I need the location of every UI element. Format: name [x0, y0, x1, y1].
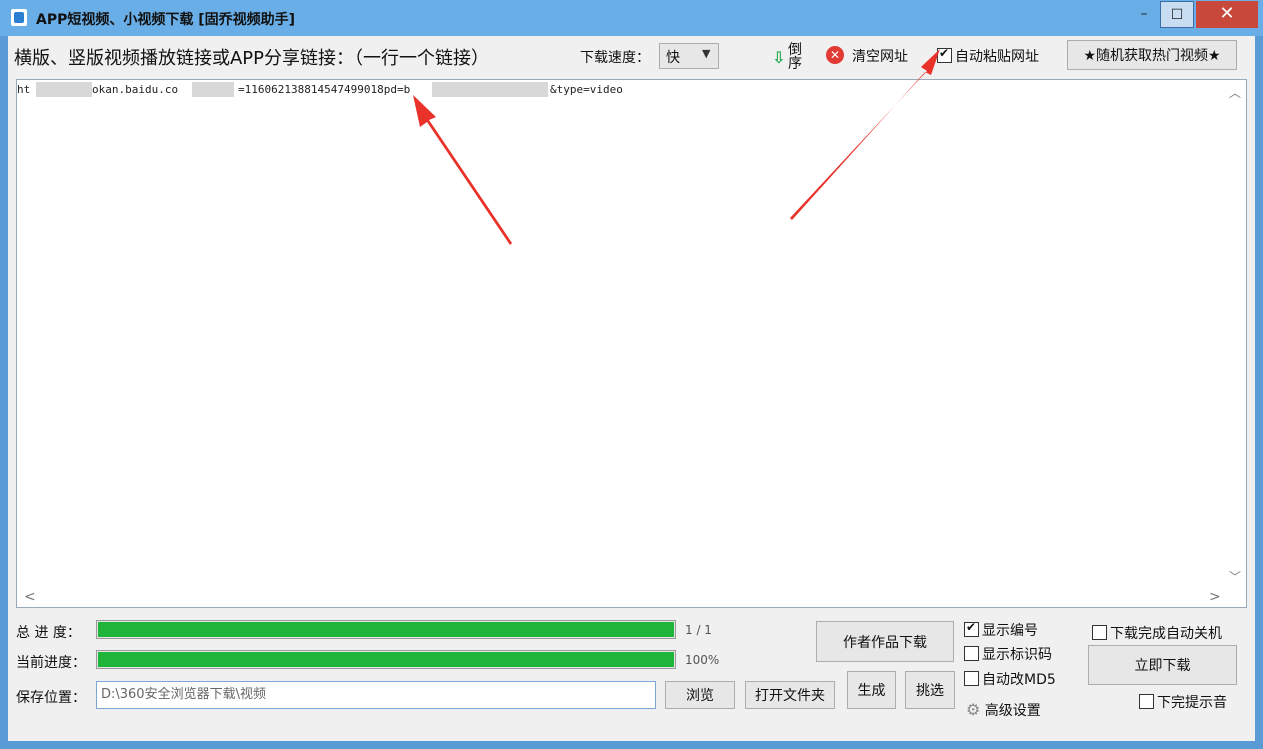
current-progress-bar [96, 650, 676, 669]
total-progress-bar [96, 620, 676, 639]
auto-shutdown-label: 下载完成自动关机 [1110, 626, 1222, 642]
close-button[interactable]: ✕ [1196, 1, 1258, 28]
total-progress-text: 1 / 1 [685, 623, 712, 637]
auto-md5-checkbox[interactable]: 自动改MD5 [964, 669, 1056, 689]
advanced-settings-label: 高级设置 [984, 703, 1041, 719]
gear-icon: ⚙ [966, 700, 981, 719]
show-number-label: 显示编号 [982, 623, 1038, 639]
browse-button[interactable]: 浏览 [665, 681, 735, 709]
redacted-block [36, 82, 92, 97]
reverse-order-button[interactable]: ⇩ 倒 序 [772, 42, 802, 73]
url-text-part: okan.baidu.co [92, 83, 179, 96]
clear-icon: ✕ [826, 46, 844, 64]
show-id-checkbox[interactable]: 显示标识码 [964, 644, 1052, 664]
finish-sound-label: 下完提示音 [1157, 695, 1227, 711]
speed-select[interactable]: 快 ▼ [659, 43, 719, 69]
instruction-label: 横版、竖版视频播放链接或APP分享链接：（一行一个链接） [14, 48, 490, 69]
url-text-part: ht [17, 83, 31, 96]
auto-shutdown-check-icon [1092, 625, 1107, 640]
window-title: APP短视频、小视频下载 [固乔视频助手] [36, 12, 296, 28]
auto-paste-label: 自动粘贴网址 [955, 49, 1039, 65]
scroll-left-icon[interactable]: < [24, 589, 36, 605]
advanced-settings-button[interactable]: ⚙ 高级设置 [966, 700, 1041, 720]
scroll-up-icon[interactable]: ︿ [1229, 84, 1241, 101]
save-path-input[interactable]: D:\360安全浏览器下载\视频 [96, 681, 656, 709]
arrow-down-icon: ⇩ [772, 48, 786, 67]
author-download-button[interactable]: 作者作品下载 [816, 621, 954, 662]
total-progress-fill [98, 622, 674, 637]
clear-urls-button[interactable]: ✕ 清空网址 [826, 45, 918, 67]
redacted-block [432, 82, 548, 97]
auto-md5-label: 自动改MD5 [982, 672, 1056, 688]
auto-shutdown-checkbox[interactable]: 下载完成自动关机 [1092, 623, 1222, 643]
auto-paste-checkbox[interactable]: 自动粘贴网址 [937, 46, 1039, 66]
scroll-right-icon[interactable]: > [1209, 589, 1221, 605]
minimize-button[interactable]: – [1130, 1, 1158, 28]
auto-md5-check-icon [964, 671, 979, 686]
finish-sound-checkbox[interactable]: 下完提示音 [1139, 692, 1227, 712]
app-icon [11, 9, 27, 26]
maximize-button[interactable]: ☐ [1160, 1, 1194, 28]
auto-paste-check-icon [937, 46, 952, 63]
speed-label: 下载速度： [580, 50, 650, 66]
current-progress-label: 当前进度： [16, 655, 86, 671]
random-hot-video-button[interactable]: ★随机获取热门视频★ [1067, 40, 1237, 70]
finish-sound-check-icon [1139, 694, 1154, 709]
show-number-checkbox[interactable]: 显示编号 [964, 620, 1038, 640]
scroll-down-icon[interactable]: ﹀ [1229, 568, 1241, 585]
redacted-block [192, 82, 234, 97]
reverse-label-bottom: 序 [788, 56, 802, 72]
chevron-down-icon: ▼ [702, 47, 711, 60]
total-progress-label: 总 进 度： [16, 625, 81, 641]
download-now-button[interactable]: 立即下载 [1088, 645, 1237, 685]
url-text-part: =116062138814547499018pd=b [238, 83, 411, 96]
show-number-check-icon [964, 620, 979, 637]
speed-value: 快 [666, 50, 680, 66]
show-id-label: 显示标识码 [982, 647, 1052, 663]
current-progress-text: 100% [685, 653, 720, 667]
url-text-part: &type=video [550, 83, 623, 96]
show-id-check-icon [964, 646, 979, 661]
open-folder-button[interactable]: 打开文件夹 [745, 681, 835, 709]
url-textarea[interactable] [16, 79, 1247, 608]
pick-button[interactable]: 挑选 [905, 671, 955, 709]
clear-label: 清空网址 [852, 49, 908, 65]
generate-button[interactable]: 生成 [847, 671, 896, 709]
save-location-label: 保存位置： [16, 690, 86, 706]
current-progress-fill [98, 652, 674, 667]
